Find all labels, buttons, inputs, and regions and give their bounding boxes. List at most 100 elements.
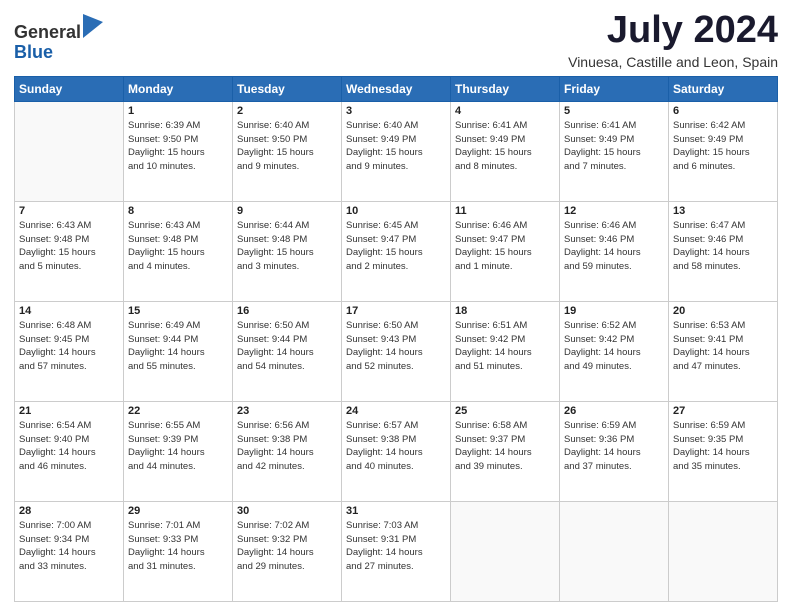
cell-info-line: Sunset: 9:40 PM (19, 433, 119, 447)
cell-info-line: Sunset: 9:43 PM (346, 333, 446, 347)
cell-info-line: Daylight: 14 hours (237, 546, 337, 560)
calendar-cell: 24Sunrise: 6:57 AMSunset: 9:38 PMDayligh… (342, 401, 451, 501)
weekday-header-saturday: Saturday (669, 76, 778, 101)
cell-info-line: Daylight: 14 hours (455, 346, 555, 360)
weekday-header-wednesday: Wednesday (342, 76, 451, 101)
cell-info-line: and 5 minutes. (19, 260, 119, 274)
cell-info-line: Sunset: 9:39 PM (128, 433, 228, 447)
day-number: 30 (237, 505, 337, 517)
cell-info-line: Sunset: 9:32 PM (237, 533, 337, 547)
calendar-cell: 18Sunrise: 6:51 AMSunset: 9:42 PMDayligh… (451, 301, 560, 401)
cell-info-line: Sunset: 9:49 PM (346, 133, 446, 147)
cell-info-line: Daylight: 14 hours (673, 446, 773, 460)
cell-info-line: Daylight: 15 hours (564, 146, 664, 160)
cell-info-line: Daylight: 15 hours (128, 146, 228, 160)
day-number: 13 (673, 205, 773, 217)
cell-info-line: Sunrise: 7:02 AM (237, 519, 337, 533)
day-number: 1 (128, 105, 228, 117)
day-number: 12 (564, 205, 664, 217)
cell-info-line: and 27 minutes. (346, 560, 446, 574)
calendar-cell (15, 101, 124, 201)
cell-info-line: and 29 minutes. (237, 560, 337, 574)
cell-info-line: Sunrise: 6:41 AM (455, 119, 555, 133)
cell-info-line: Sunset: 9:48 PM (128, 233, 228, 247)
cell-info-line: Sunset: 9:48 PM (237, 233, 337, 247)
cell-info-line: Sunrise: 7:00 AM (19, 519, 119, 533)
week-row-2: 7Sunrise: 6:43 AMSunset: 9:48 PMDaylight… (15, 201, 778, 301)
day-number: 11 (455, 205, 555, 217)
calendar-cell: 19Sunrise: 6:52 AMSunset: 9:42 PMDayligh… (560, 301, 669, 401)
cell-info-line: Sunset: 9:31 PM (346, 533, 446, 547)
cell-info-line: Daylight: 14 hours (346, 446, 446, 460)
calendar-cell: 2Sunrise: 6:40 AMSunset: 9:50 PMDaylight… (233, 101, 342, 201)
cell-info-line: Daylight: 15 hours (455, 246, 555, 260)
calendar-cell: 6Sunrise: 6:42 AMSunset: 9:49 PMDaylight… (669, 101, 778, 201)
cell-info-line: Daylight: 14 hours (237, 446, 337, 460)
cell-info-line: Daylight: 14 hours (673, 346, 773, 360)
cell-info-line: Sunset: 9:49 PM (673, 133, 773, 147)
cell-info-line: Sunset: 9:36 PM (564, 433, 664, 447)
calendar-cell: 16Sunrise: 6:50 AMSunset: 9:44 PMDayligh… (233, 301, 342, 401)
cell-info-line: Sunset: 9:50 PM (128, 133, 228, 147)
cell-info-line: Sunrise: 6:46 AM (455, 219, 555, 233)
cell-info-line: Sunrise: 7:01 AM (128, 519, 228, 533)
calendar-cell (560, 501, 669, 601)
cell-info-line: Sunrise: 7:03 AM (346, 519, 446, 533)
week-row-1: 1Sunrise: 6:39 AMSunset: 9:50 PMDaylight… (15, 101, 778, 201)
cell-info-line: Sunrise: 6:41 AM (564, 119, 664, 133)
location: Vinuesa, Castille and Leon, Spain (568, 54, 778, 70)
cell-info-line: Sunrise: 6:42 AM (673, 119, 773, 133)
calendar-cell (451, 501, 560, 601)
cell-info-line: Sunset: 9:45 PM (19, 333, 119, 347)
day-number: 31 (346, 505, 446, 517)
cell-info-line: Daylight: 14 hours (564, 346, 664, 360)
day-number: 24 (346, 405, 446, 417)
day-number: 17 (346, 305, 446, 317)
day-number: 23 (237, 405, 337, 417)
cell-info-line: and 1 minute. (455, 260, 555, 274)
header: General Blue July 2024 Vinuesa, Castille… (14, 10, 778, 70)
cell-info-line: and 46 minutes. (19, 460, 119, 474)
day-number: 19 (564, 305, 664, 317)
calendar-table: SundayMondayTuesdayWednesdayThursdayFrid… (14, 76, 778, 602)
cell-info-line: and 7 minutes. (564, 160, 664, 174)
week-row-3: 14Sunrise: 6:48 AMSunset: 9:45 PMDayligh… (15, 301, 778, 401)
cell-info-line: Sunrise: 6:53 AM (673, 319, 773, 333)
cell-info-line: Sunset: 9:48 PM (19, 233, 119, 247)
cell-info-line: and 6 minutes. (673, 160, 773, 174)
day-number: 4 (455, 105, 555, 117)
cell-info-line: Sunrise: 6:44 AM (237, 219, 337, 233)
cell-info-line: Sunrise: 6:40 AM (346, 119, 446, 133)
cell-info-line: Daylight: 15 hours (346, 246, 446, 260)
weekday-header-thursday: Thursday (451, 76, 560, 101)
cell-info-line: Sunrise: 6:40 AM (237, 119, 337, 133)
cell-info-line: Sunrise: 6:55 AM (128, 419, 228, 433)
cell-info-line: Daylight: 14 hours (128, 346, 228, 360)
day-number: 22 (128, 405, 228, 417)
cell-info-line: Sunrise: 6:49 AM (128, 319, 228, 333)
calendar-cell: 20Sunrise: 6:53 AMSunset: 9:41 PMDayligh… (669, 301, 778, 401)
cell-info-line: Sunrise: 6:52 AM (564, 319, 664, 333)
cell-info-line: Daylight: 14 hours (455, 446, 555, 460)
cell-info-line: Daylight: 14 hours (128, 546, 228, 560)
cell-info-line: Sunset: 9:49 PM (564, 133, 664, 147)
weekday-header-monday: Monday (124, 76, 233, 101)
cell-info-line: and 54 minutes. (237, 360, 337, 374)
cell-info-line: Daylight: 15 hours (455, 146, 555, 160)
cell-info-line: Sunrise: 6:59 AM (673, 419, 773, 433)
cell-info-line: and 3 minutes. (237, 260, 337, 274)
weekday-header-sunday: Sunday (15, 76, 124, 101)
cell-info-line: and 49 minutes. (564, 360, 664, 374)
cell-info-line: Daylight: 15 hours (19, 246, 119, 260)
calendar-cell: 7Sunrise: 6:43 AMSunset: 9:48 PMDaylight… (15, 201, 124, 301)
calendar-cell: 21Sunrise: 6:54 AMSunset: 9:40 PMDayligh… (15, 401, 124, 501)
calendar-cell: 23Sunrise: 6:56 AMSunset: 9:38 PMDayligh… (233, 401, 342, 501)
month-title: July 2024 (568, 10, 778, 52)
cell-info-line: and 47 minutes. (673, 360, 773, 374)
logo: General Blue (14, 14, 103, 63)
cell-info-line: and 10 minutes. (128, 160, 228, 174)
day-number: 7 (19, 205, 119, 217)
day-number: 25 (455, 405, 555, 417)
cell-info-line: Sunset: 9:42 PM (455, 333, 555, 347)
cell-info-line: Sunset: 9:50 PM (237, 133, 337, 147)
